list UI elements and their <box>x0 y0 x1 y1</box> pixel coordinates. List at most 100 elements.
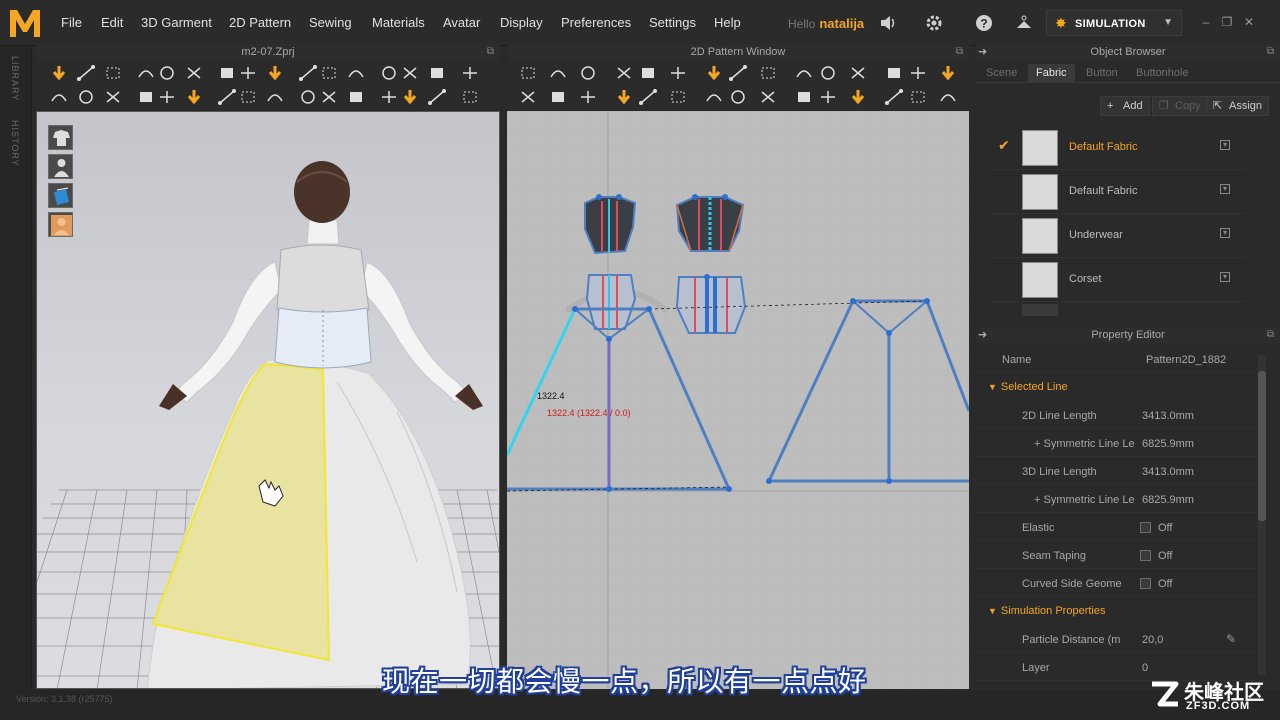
garment-tool-icon[interactable] <box>216 87 238 107</box>
pattern-tool-icon[interactable] <box>907 87 929 107</box>
garment-tool-icon[interactable] <box>135 63 157 83</box>
garment-tool-icon[interactable] <box>237 87 259 107</box>
pattern-tool-icon[interactable] <box>613 87 635 107</box>
fabric-item[interactable]: Default Fabric ▾ <box>990 170 1246 214</box>
pattern-tool-icon[interactable] <box>577 63 599 83</box>
garment-tool-icon[interactable] <box>318 63 340 83</box>
pattern-tool-icon[interactable] <box>703 87 725 107</box>
fabric-item[interactable]: Corset ▾ <box>990 258 1246 302</box>
pattern-tool-icon[interactable] <box>517 87 539 107</box>
show-skin-toggle[interactable] <box>48 212 73 237</box>
garment-tool-icon[interactable] <box>378 63 400 83</box>
close-icon[interactable]: ✕ <box>1241 15 1257 29</box>
property-value[interactable]: 6825.9mm <box>1142 494 1194 506</box>
fabric-item[interactable]: ✔ Default Fabric ▾ <box>990 126 1246 170</box>
collapse-arrow-icon[interactable]: ➜ <box>978 44 987 60</box>
pattern-tool-icon[interactable] <box>577 87 599 107</box>
pattern-tool-icon[interactable] <box>547 87 569 107</box>
menu-file[interactable]: File <box>61 15 82 30</box>
show-garment-toggle[interactable] <box>48 125 73 150</box>
fabric-menu-icon[interactable]: ▾ <box>1220 228 1230 238</box>
popout-icon[interactable]: ⧉ <box>1267 327 1274 343</box>
pattern-tool-icon[interactable] <box>847 63 869 83</box>
garment-tool-icon[interactable] <box>135 87 157 107</box>
garment-tool-icon[interactable] <box>102 63 124 83</box>
property-value[interactable]: 3413.0mm <box>1142 466 1194 478</box>
library-tab[interactable]: LIBRARY <box>10 56 20 101</box>
menu-materials[interactable]: Materials <box>372 15 425 30</box>
garment-tool-icon[interactable] <box>318 87 340 107</box>
fabric-item[interactable]: Underwear ▾ <box>990 214 1246 258</box>
menu-settings[interactable]: Settings <box>649 15 696 30</box>
menu-help[interactable]: Help <box>714 15 741 30</box>
garment-tool-icon[interactable] <box>426 87 448 107</box>
pattern-tool-icon[interactable] <box>757 63 779 83</box>
pattern-tool-icon[interactable] <box>703 63 725 83</box>
simulation-mode-dropdown[interactable]: ✸ SIMULATION ▼ <box>1046 10 1182 36</box>
pattern-tool-icon[interactable] <box>793 63 815 83</box>
garment-tool-icon[interactable] <box>297 63 319 83</box>
menu-preferences[interactable]: Preferences <box>561 15 631 30</box>
menu-avatar[interactable]: Avatar <box>443 15 480 30</box>
garment-tool-icon[interactable] <box>75 87 97 107</box>
pattern-tool-icon[interactable] <box>937 87 959 107</box>
popout-icon[interactable]: ⧉ <box>956 44 963 60</box>
popout-icon[interactable]: ⧉ <box>1267 44 1274 60</box>
tab-buttonhole[interactable]: Buttonhole <box>1128 64 1197 82</box>
garment-tool-icon[interactable] <box>345 87 367 107</box>
restore-icon[interactable]: ❐ <box>1219 15 1235 29</box>
fabric-menu-icon[interactable]: ▾ <box>1220 140 1230 150</box>
copy-fabric-button[interactable]: ❐ Copy <box>1152 96 1208 116</box>
property-value[interactable]: 20,0 <box>1142 634 1163 646</box>
tab-scene[interactable]: Scene <box>978 64 1025 82</box>
garment-tool-icon[interactable] <box>48 87 70 107</box>
pattern-tool-icon[interactable] <box>637 87 659 107</box>
pattern-tool-icon[interactable] <box>667 63 689 83</box>
elastic-checkbox[interactable] <box>1140 522 1151 533</box>
menu-2d-pattern[interactable]: 2D Pattern <box>229 15 291 30</box>
3d-scene[interactable] <box>37 112 500 689</box>
2d-pattern-canvas[interactable]: 1322.4 1322.4 (1322.4 / 0.0) <box>507 111 969 689</box>
assign-fabric-button[interactable]: ⇱ Assign <box>1206 96 1270 116</box>
pattern-tool-icon[interactable] <box>757 87 779 107</box>
garment-tool-icon[interactable] <box>183 63 205 83</box>
pattern-tool-icon[interactable] <box>547 63 569 83</box>
garment-tool-icon[interactable] <box>264 87 286 107</box>
help-icon[interactable]: ? <box>974 13 994 33</box>
menu-sewing[interactable]: Sewing <box>309 15 352 30</box>
pattern-tool-icon[interactable] <box>847 87 869 107</box>
select-arrow-icon[interactable] <box>48 63 70 83</box>
menu-display[interactable]: Display <box>500 15 543 30</box>
pattern-tool-icon[interactable] <box>613 63 635 83</box>
collapse-arrow-icon[interactable]: ➜ <box>978 327 987 343</box>
wrench-icon[interactable]: ✎ <box>1226 632 1236 646</box>
3d-viewport[interactable] <box>36 111 500 689</box>
section-selected-line[interactable]: ▼ Selected Line <box>988 381 1068 393</box>
garment-tool-icon[interactable] <box>459 87 481 107</box>
popout-icon[interactable]: ⧉ <box>487 44 494 60</box>
garment-tool-icon[interactable] <box>297 87 319 107</box>
speaker-icon[interactable] <box>878 13 898 33</box>
tab-button[interactable]: Button <box>1078 64 1126 82</box>
history-tab[interactable]: HISTORY <box>10 120 20 167</box>
add-fabric-button[interactable]: + Add <box>1100 96 1150 116</box>
pattern-tool-icon[interactable] <box>727 87 749 107</box>
show-avatar-toggle[interactable] <box>48 154 73 179</box>
menu-edit[interactable]: Edit <box>101 15 123 30</box>
garment-tool-icon[interactable] <box>399 87 421 107</box>
scrollbar-thumb[interactable] <box>1258 371 1266 521</box>
minimize-icon[interactable]: – <box>1198 15 1214 29</box>
property-scrollbar[interactable] <box>1258 355 1266 675</box>
pattern-drawing[interactable] <box>507 111 969 689</box>
pattern-tool-icon[interactable] <box>517 63 539 83</box>
garment-tool-icon[interactable] <box>156 87 178 107</box>
pattern-tool-icon[interactable] <box>883 63 905 83</box>
pattern-tool-icon[interactable] <box>793 87 815 107</box>
garment-tool-icon[interactable] <box>237 63 259 83</box>
property-value[interactable]: 6825.9mm <box>1142 438 1194 450</box>
show-texture-toggle[interactable] <box>48 183 73 208</box>
garment-tool-icon[interactable] <box>264 63 286 83</box>
garment-tool-icon[interactable] <box>459 63 481 83</box>
tab-fabric[interactable]: Fabric <box>1028 64 1075 82</box>
pattern-tool-icon[interactable] <box>817 63 839 83</box>
